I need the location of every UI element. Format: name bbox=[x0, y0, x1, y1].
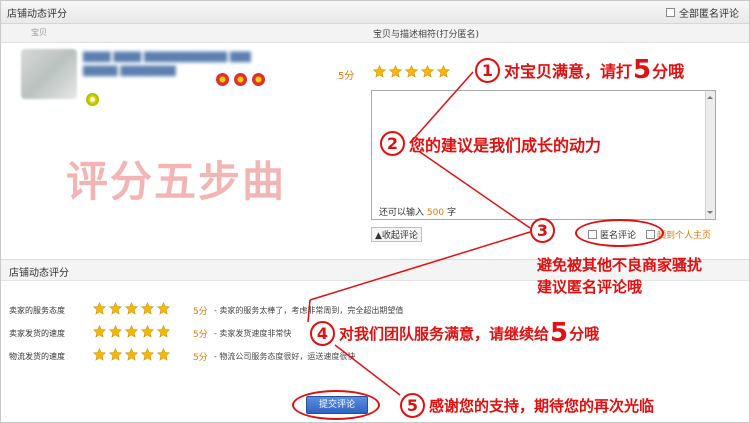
header-title: 店铺动态评分 bbox=[7, 9, 67, 20]
star-icon[interactable] bbox=[125, 325, 138, 338]
step-badge: 5 bbox=[400, 393, 425, 418]
star-icon[interactable] bbox=[93, 325, 106, 338]
annotation-text: 您的建议是我们成长的动力 bbox=[409, 135, 602, 155]
highlight-ellipse bbox=[292, 390, 380, 420]
star-icon[interactable] bbox=[157, 302, 170, 315]
checkbox-icon[interactable] bbox=[666, 8, 675, 17]
star-icon[interactable] bbox=[157, 348, 170, 361]
annotation-text: 对我们团队服务满意，请继续给 bbox=[339, 324, 550, 343]
column-product: 宝贝 bbox=[31, 28, 47, 37]
star-icon[interactable] bbox=[109, 325, 122, 338]
remaining-suffix: 字 bbox=[446, 208, 456, 218]
star-icon[interactable] bbox=[109, 348, 122, 361]
rating-row-label: 物流发货的速度 bbox=[9, 352, 65, 361]
step-badge: 2 bbox=[380, 131, 405, 156]
step-badge: 1 bbox=[475, 57, 500, 83]
header-bar: 店铺动态评分 全部匿名评论 bbox=[1, 1, 749, 24]
flower-icon bbox=[234, 73, 247, 86]
annotation-text: 分哦 bbox=[652, 62, 685, 81]
logistics-star-rating[interactable] bbox=[93, 348, 170, 361]
product-title-blurred-2: █████ ████████ bbox=[83, 67, 176, 77]
star-icon[interactable] bbox=[141, 325, 154, 338]
annotation-3-line1: 避免被其他不良商家骚扰 bbox=[537, 256, 703, 274]
shipping-star-rating[interactable] bbox=[93, 325, 170, 338]
column-rating: 宝贝与描述相符(打分匿名) bbox=[373, 30, 480, 40]
step-badge: 3 bbox=[530, 218, 555, 243]
annotation-3-line2: 建议匿名评论哦 bbox=[537, 278, 643, 296]
rating-row-desc: - 物流公司服务态度很好，运送速度很快 bbox=[214, 352, 356, 361]
rating-row-score: 5分 bbox=[193, 330, 208, 340]
rating-row-logistics: 物流发货的速度 5分 - 物流公司服务态度很好，运送速度很快 bbox=[1, 347, 749, 365]
annotation-text: 分哦 bbox=[569, 324, 600, 343]
annotation-3: 3 bbox=[530, 218, 559, 243]
share-homepage-label: 晒到个人主页 bbox=[657, 231, 712, 241]
scrollbar[interactable] bbox=[705, 91, 715, 219]
service-star-rating[interactable] bbox=[93, 302, 170, 315]
overlay-title: 评分五步曲 bbox=[66, 157, 287, 206]
product-star-rating[interactable] bbox=[373, 65, 450, 78]
flower-icon bbox=[216, 73, 229, 86]
shop-rating-title: 店铺动态评分 bbox=[9, 268, 69, 279]
highlight-ellipse bbox=[575, 219, 664, 247]
annotation-2: 2 您的建议是我们成长的动力 bbox=[380, 131, 601, 156]
star-icon[interactable] bbox=[405, 65, 418, 78]
annotation-text: 感谢您的支持，期待您的再次光临 bbox=[429, 397, 655, 415]
rating-row-score: 5分 bbox=[193, 353, 208, 363]
collapse-comment-button[interactable]: ▲收起评论 bbox=[371, 227, 422, 242]
annotation-text: 对宝贝满意，请打 bbox=[504, 62, 633, 81]
remaining-prefix: 还可以输入 bbox=[379, 208, 425, 218]
anonymous-all-checkbox[interactable]: 全部匿名评论 bbox=[666, 5, 739, 20]
column-header: 宝贝 宝贝与描述相符(打分匿名) bbox=[1, 24, 749, 43]
star-icon[interactable] bbox=[125, 302, 138, 315]
annotation-big-number: 5 bbox=[633, 55, 652, 85]
flower-icon bbox=[252, 73, 265, 86]
rating-row-desc: - 卖家发货速度非常快 bbox=[214, 329, 292, 338]
star-icon[interactable] bbox=[93, 302, 106, 315]
star-icon[interactable] bbox=[109, 302, 122, 315]
rating-row-label: 卖家发货的速度 bbox=[9, 329, 65, 338]
flower-icon bbox=[86, 93, 99, 106]
star-icon[interactable] bbox=[389, 65, 402, 78]
star-icon[interactable] bbox=[125, 348, 138, 361]
star-icon[interactable] bbox=[93, 348, 106, 361]
star-icon[interactable] bbox=[437, 65, 450, 78]
star-icon[interactable] bbox=[141, 348, 154, 361]
anonymous-all-label: 全部匿名评论 bbox=[679, 9, 739, 20]
rating-row-desc: - 卖家的服务太棒了，考虑非常周到，完全超出期望值 bbox=[214, 306, 404, 315]
product-thumbnail[interactable] bbox=[21, 49, 77, 99]
annotation-5: 5 感谢您的支持，期待您的再次光临 bbox=[400, 393, 654, 418]
star-icon[interactable] bbox=[421, 65, 434, 78]
annotation-4: 4 对我们团队服务满意，请继续给 5 分哦 bbox=[310, 318, 599, 348]
star-icon[interactable] bbox=[373, 65, 386, 78]
remaining-count: 500 bbox=[426, 208, 445, 218]
rating-row-label: 卖家的服务态度 bbox=[9, 306, 65, 315]
product-title-blurred[interactable]: ████ ████ ████████████ ███ bbox=[83, 53, 251, 63]
annotation-1: 1 对宝贝满意，请打 5 分哦 bbox=[475, 55, 684, 85]
star-icon[interactable] bbox=[157, 325, 170, 338]
product-score: 5分 bbox=[338, 71, 355, 82]
rating-row-service: 卖家的服务态度 5分 - 卖家的服务太棒了，考虑非常周到，完全超出期望值 bbox=[1, 301, 749, 319]
annotation-big-number: 5 bbox=[550, 318, 569, 348]
remaining-chars: 还可以输入 500 字 bbox=[379, 205, 456, 218]
step-badge: 4 bbox=[310, 320, 335, 346]
star-icon[interactable] bbox=[141, 302, 154, 315]
rating-row-score: 5分 bbox=[193, 307, 208, 317]
